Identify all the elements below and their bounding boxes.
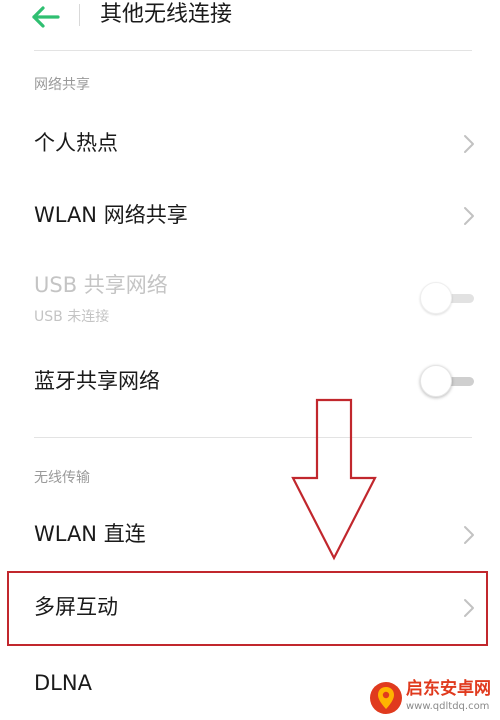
row-label: USB 共享网络 [34, 273, 168, 297]
list-item-bluetooth-tethering[interactable]: 蓝牙共享网络 [0, 352, 500, 412]
section-divider [34, 437, 472, 438]
toggle-knob [420, 365, 452, 397]
chevron-right-icon [464, 526, 474, 544]
back-button[interactable] [30, 2, 66, 32]
watermark-url: www.qdltdq.com [406, 701, 490, 712]
list-item-personal-hotspot[interactable]: 个人热点 [0, 114, 500, 174]
bluetooth-tethering-toggle[interactable] [420, 365, 476, 399]
chevron-right-icon [464, 599, 474, 617]
usb-tethering-toggle[interactable] [420, 282, 476, 316]
row-sublabel: USB 未连接 [34, 309, 110, 325]
section-label-wireless-transfer: 无线传输 [34, 470, 90, 486]
list-item-wlan-tethering[interactable]: WLAN 网络共享 [0, 186, 500, 246]
toggle-knob [420, 282, 452, 314]
row-label: 蓝牙共享网络 [34, 369, 160, 393]
arrow-left-icon [32, 6, 60, 28]
header-bar: 其他无线连接 [0, 0, 500, 48]
list-item-usb-tethering: USB 共享网络 USB 未连接 [0, 262, 500, 332]
row-label: WLAN 网络共享 [34, 203, 188, 227]
row-label: WLAN 直连 [34, 522, 146, 546]
list-item-multi-screen[interactable]: 多屏互动 [0, 577, 500, 639]
watermark: 启东安卓网 www.qdltdq.com [368, 676, 496, 718]
chevron-right-icon [464, 135, 474, 153]
watermark-title: 启东安卓网 [406, 679, 491, 699]
header-divider [79, 4, 80, 26]
watermark-logo-icon [370, 682, 402, 714]
row-label: 个人热点 [34, 131, 118, 155]
row-label: 多屏互动 [34, 595, 118, 619]
header-bottom-divider [34, 50, 472, 51]
section-label-network-sharing: 网络共享 [34, 77, 90, 93]
row-label: DLNA [34, 671, 92, 695]
chevron-right-icon [464, 207, 474, 225]
list-item-wlan-direct[interactable]: WLAN 直连 [0, 505, 500, 565]
page-title: 其他无线连接 [100, 2, 233, 27]
